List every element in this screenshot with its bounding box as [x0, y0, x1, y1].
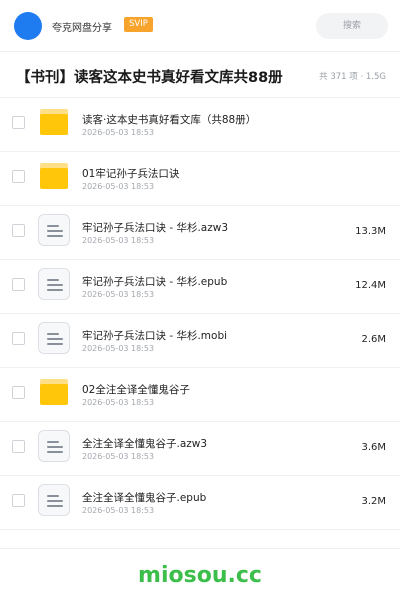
- folder-icon: [40, 163, 68, 189]
- file-date: 2026-05-03 18:53: [82, 452, 155, 461]
- document-icon: [38, 430, 70, 462]
- file-list: 读客·这本史书真好看文库（共88册） 2026-05-03 18:53 01牢记孙子…: [0, 98, 400, 530]
- file-name[interactable]: 全注全译全懂鬼谷子.epub: [82, 490, 206, 505]
- file-date: 2026-05-03 18:53: [82, 344, 155, 353]
- svip-badge: SVIP: [124, 17, 153, 32]
- file-size: 3.2M: [361, 496, 386, 507]
- file-size: 13.3M: [355, 226, 386, 237]
- list-item[interactable]: 牢记孙子兵法口诀 - 华杉.epub 2026-05-03 18:53 12.4M: [0, 260, 400, 314]
- select-checkbox[interactable]: [12, 440, 25, 453]
- file-name[interactable]: 全注全译全懂鬼谷子.azw3: [82, 436, 207, 451]
- file-date: 2026-05-03 18:53: [82, 290, 155, 299]
- file-size: 12.4M: [355, 280, 386, 291]
- list-item[interactable]: 全注全译全懂鬼谷子.azw3 2026-05-03 18:53 3.6M: [0, 422, 400, 476]
- document-icon: [38, 268, 70, 300]
- folder-header: 【书刊】读客这本史书真好看文库共88册 共 371 项 · 1.5G: [0, 52, 400, 98]
- list-item[interactable]: 牢记孙子兵法口诀 - 华杉.azw3 2026-05-03 18:53 13.3M: [0, 206, 400, 260]
- list-item[interactable]: 02全注全译全懂鬼谷子 2026-05-03 18:53: [0, 368, 400, 422]
- file-size: 3.6M: [361, 442, 386, 453]
- document-icon: [38, 322, 70, 354]
- page-title: 【书刊】读客这本史书真好看文库共88册: [16, 70, 283, 86]
- select-checkbox[interactable]: [12, 386, 25, 399]
- top-bar: 夸克网盘分享 SVIP 搜索: [0, 0, 400, 52]
- file-date: 2026-05-03 18:53: [82, 182, 155, 191]
- file-date: 2026-05-03 18:53: [82, 236, 155, 245]
- document-icon: [38, 214, 70, 246]
- select-checkbox[interactable]: [12, 278, 25, 291]
- file-date: 2026-05-03 18:53: [82, 506, 155, 515]
- footer: miosou.cc: [0, 548, 400, 600]
- watermark: miosou.cc: [138, 563, 262, 588]
- list-item[interactable]: 01牢记孙子兵法口诀 2026-05-03 18:53: [0, 152, 400, 206]
- app-name: 夸克网盘分享: [52, 23, 112, 34]
- file-name[interactable]: 读客·这本史书真好看文库（共88册）: [82, 112, 256, 127]
- file-name[interactable]: 牢记孙子兵法口诀 - 华杉.mobi: [82, 328, 227, 343]
- select-checkbox[interactable]: [12, 494, 25, 507]
- select-checkbox[interactable]: [12, 116, 25, 129]
- list-item[interactable]: 读客·这本史书真好看文库（共88册） 2026-05-03 18:53: [0, 98, 400, 152]
- file-name[interactable]: 01牢记孙子兵法口诀: [82, 166, 179, 181]
- document-icon: [38, 484, 70, 516]
- file-name[interactable]: 牢记孙子兵法口诀 - 华杉.azw3: [82, 220, 228, 235]
- list-item[interactable]: 牢记孙子兵法口诀 - 华杉.mobi 2026-05-03 18:53 2.6M: [0, 314, 400, 368]
- folder-meta: 共 371 项 · 1.5G: [319, 72, 386, 82]
- file-name[interactable]: 02全注全译全懂鬼谷子: [82, 382, 190, 397]
- search-input[interactable]: 搜索: [316, 13, 388, 39]
- file-date: 2026-05-03 18:53: [82, 398, 155, 407]
- file-date: 2026-05-03 18:53: [82, 128, 155, 137]
- avatar[interactable]: [14, 12, 42, 40]
- list-item[interactable]: 全注全译全懂鬼谷子.epub 2026-05-03 18:53 3.2M: [0, 476, 400, 530]
- select-checkbox[interactable]: [12, 224, 25, 237]
- select-checkbox[interactable]: [12, 332, 25, 345]
- folder-icon: [40, 109, 68, 135]
- file-name[interactable]: 牢记孙子兵法口诀 - 华杉.epub: [82, 274, 227, 289]
- file-size: 2.6M: [361, 334, 386, 345]
- folder-icon: [40, 379, 68, 405]
- select-checkbox[interactable]: [12, 170, 25, 183]
